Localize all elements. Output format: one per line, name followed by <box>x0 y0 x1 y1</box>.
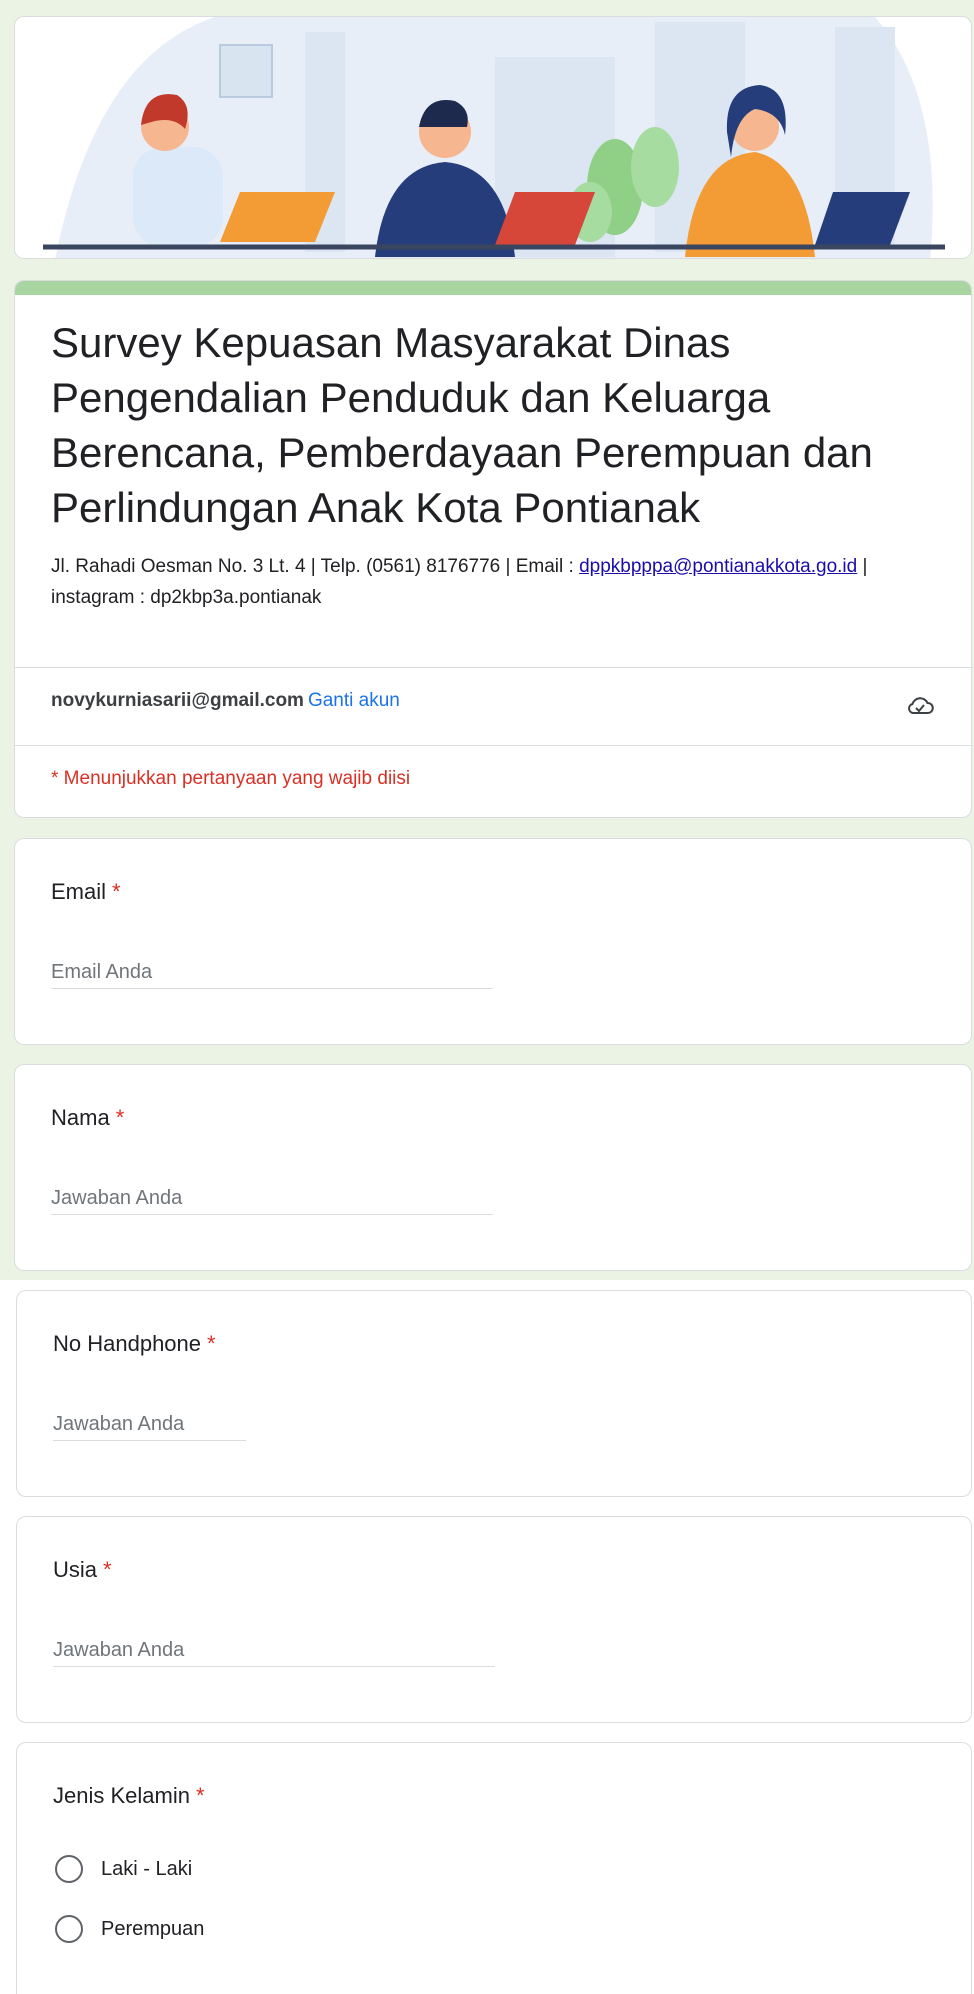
accent-bar <box>15 281 971 295</box>
required-note: * Menunjukkan pertanyaan yang wajib diis… <box>51 768 411 789</box>
usia-input[interactable] <box>53 1635 495 1667</box>
nama-input[interactable] <box>51 1183 493 1215</box>
question-label: Email * <box>51 879 121 905</box>
question-label: Nama * <box>51 1105 124 1131</box>
question-email-card: Email * <box>14 838 972 1045</box>
cloud-check-icon[interactable] <box>905 691 935 721</box>
radio-option-label: Perempuan <box>101 1917 205 1940</box>
question-label-text: Usia <box>53 1557 98 1582</box>
required-asterisk: * <box>195 1783 205 1808</box>
divider <box>15 745 971 746</box>
radio-option-laki-laki[interactable]: Laki - Laki <box>55 1855 192 1883</box>
question-nama-card: Nama * <box>14 1064 972 1271</box>
required-asterisk: * <box>112 879 121 904</box>
question-label: Usia * <box>53 1557 112 1583</box>
account-row: novykurniasarii@gmail.com Ganti akun <box>51 690 400 712</box>
radio-unchecked-icon[interactable] <box>55 1915 83 1943</box>
question-gender-card: Jenis Kelamin * Laki - Laki Perempuan <box>16 1742 972 1994</box>
divider <box>15 667 971 668</box>
call-center-illustration-icon <box>15 17 971 258</box>
question-label-text: Nama <box>51 1105 110 1130</box>
radio-option-label: Laki - Laki <box>101 1857 193 1880</box>
question-usia-card: Usia * <box>16 1516 972 1723</box>
question-label: Jenis Kelamin * <box>53 1783 205 1809</box>
question-label-text: Jenis Kelamin <box>53 1783 190 1808</box>
description-address: Jl. Rahadi Oesman No. 3 Lt. 4 | Telp. (0… <box>51 556 580 577</box>
question-label-text: Email <box>51 879 107 904</box>
form-description: Jl. Rahadi Oesman No. 3 Lt. 4 | Telp. (0… <box>51 551 931 613</box>
form-title: Survey Kepuasan Masyarakat Dinas Pengend… <box>51 319 873 531</box>
account-email: novykurniasarii@gmail.com <box>51 690 304 711</box>
phone-input[interactable] <box>53 1409 246 1441</box>
question-label: No Handphone * <box>53 1331 216 1357</box>
required-asterisk: * <box>115 1105 125 1130</box>
radio-option-perempuan[interactable]: Perempuan <box>55 1915 204 1943</box>
description-email-link[interactable]: dppkbpppa@pontianakkota.go.id <box>579 556 857 577</box>
email-input[interactable] <box>51 957 493 989</box>
form-header-card: Survey Kepuasan Masyarakat Dinas Pengend… <box>14 280 972 818</box>
question-phone-card: No Handphone * <box>16 1290 972 1497</box>
radio-unchecked-icon[interactable] <box>55 1855 83 1883</box>
required-asterisk: * <box>103 1557 112 1582</box>
header-banner <box>14 16 972 259</box>
question-label-text: No Handphone <box>53 1331 202 1356</box>
required-asterisk: * <box>207 1331 216 1356</box>
switch-account-link[interactable]: Ganti akun <box>308 690 400 711</box>
